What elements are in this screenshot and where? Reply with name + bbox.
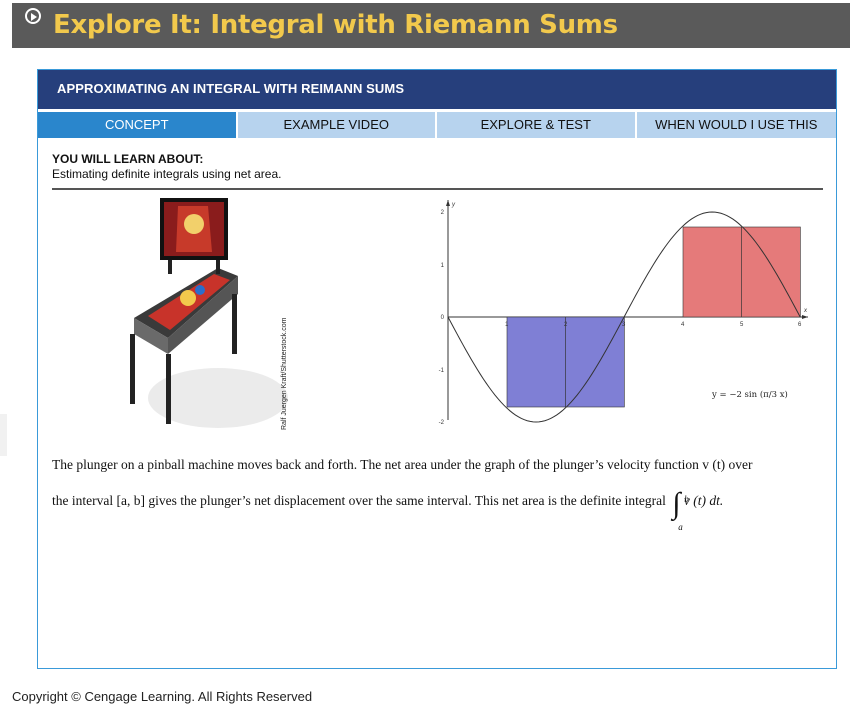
integral-sign-icon: ∫ b a <box>672 487 689 532</box>
x-tick-label: 6 <box>798 322 802 328</box>
pinball-machine-image <box>130 198 288 428</box>
divider <box>52 188 823 190</box>
x-axis-label: x <box>803 308 808 314</box>
learn-heading: YOU WILL LEARN ABOUT: <box>52 152 204 166</box>
paragraph-line-1: The plunger on a pinball machine moves b… <box>52 457 753 472</box>
y-tick-labels: 2 1 0 -1 -2 <box>439 210 445 426</box>
riemann-rect-1 <box>506 316 567 408</box>
riemann-sum-graph: y x 1 2 3 4 5 6 2 1 0 -1 -2 y = −2 sin (… <box>439 200 808 426</box>
y-axis-label: y <box>451 202 456 208</box>
scroll-nub[interactable] <box>0 414 7 456</box>
tab-bar: CONCEPT EXAMPLE VIDEO EXPLORE & TEST WHE… <box>38 112 836 138</box>
y-tick-label: 1 <box>441 263 445 269</box>
content-panel: APPROXIMATING AN INTEGRAL WITH REIMANN S… <box>37 69 837 669</box>
integral-expression: v (t) dt. <box>683 493 724 508</box>
y-tick-label: 2 <box>441 210 445 216</box>
page-title: Explore It: Integral with Riemann Sums <box>53 10 618 40</box>
title-bar: Explore It: Integral with Riemann Sums <box>12 3 850 48</box>
x-tick-label: 4 <box>681 322 685 328</box>
lower-limit: a <box>678 522 683 532</box>
y-tick-label: -1 <box>439 368 445 374</box>
tab-concept[interactable]: CONCEPT <box>38 112 238 138</box>
image-credit: Ralf Juergen Kraft/Shutterstock.com <box>281 317 288 430</box>
upper-limit: b <box>684 494 689 504</box>
play-circle-icon[interactable] <box>25 8 41 24</box>
paragraph-line-2: the interval [a, b] gives the plunger’s … <box>52 483 827 532</box>
y-tick-label: 0 <box>441 315 445 321</box>
tab-when-would-i-use-this[interactable]: WHEN WOULD I USE THIS <box>636 112 836 138</box>
paragraph-line-2-text: the interval [a, b] gives the plunger’s … <box>52 493 666 508</box>
y-tick-label: -2 <box>439 420 445 426</box>
riemann-rect-3 <box>682 226 743 318</box>
explanation-paragraph: The plunger on a pinball machine moves b… <box>52 447 827 532</box>
copyright-text: Copyright © Cengage Learning. All Rights… <box>12 689 313 704</box>
riemann-rect-4 <box>741 226 801 318</box>
graph-equation: y = −2 sin (π/3 x) <box>711 389 788 400</box>
riemann-rect-2 <box>565 316 625 408</box>
learn-text: Estimating definite integrals using net … <box>52 167 282 181</box>
x-tick-label: 3 <box>622 322 626 328</box>
tab-explore-test[interactable]: EXPLORE & TEST <box>437 112 637 138</box>
tab-example-video[interactable]: EXAMPLE VIDEO <box>237 112 437 138</box>
panel-header: APPROXIMATING AN INTEGRAL WITH REIMANN S… <box>38 70 836 109</box>
x-tick-label: 5 <box>740 322 744 328</box>
